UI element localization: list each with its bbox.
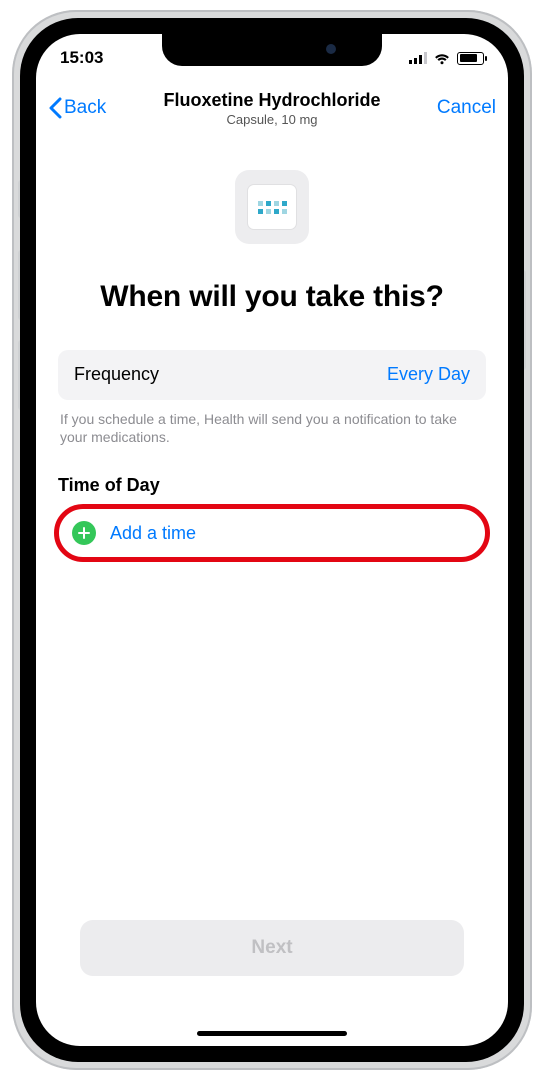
schedule-hint: If you schedule a time, Health will send… bbox=[58, 410, 486, 448]
back-label: Back bbox=[64, 97, 106, 119]
nav-bar: Back Fluoxetine Hydrochloride Capsule, 1… bbox=[36, 82, 508, 134]
next-label: Next bbox=[251, 937, 292, 959]
wifi-icon bbox=[433, 52, 451, 65]
status-time: 15:03 bbox=[60, 48, 103, 68]
content: When will you take this? Frequency Every… bbox=[36, 170, 508, 558]
headline: When will you take this? bbox=[58, 278, 486, 316]
back-button[interactable]: Back bbox=[48, 97, 106, 119]
calendar-icon bbox=[235, 170, 309, 244]
annotation-highlight: Add a time bbox=[58, 508, 486, 558]
notch bbox=[162, 34, 382, 66]
frequency-label: Frequency bbox=[74, 364, 159, 385]
chevron-left-icon bbox=[48, 97, 62, 119]
home-indicator[interactable] bbox=[197, 1031, 347, 1036]
add-time-label: Add a time bbox=[110, 523, 196, 544]
frequency-row[interactable]: Frequency Every Day bbox=[58, 350, 486, 400]
time-of-day-label: Time of Day bbox=[58, 475, 486, 496]
add-time-button[interactable]: Add a time bbox=[58, 508, 486, 558]
cellular-icon bbox=[409, 52, 427, 64]
status-icons bbox=[409, 52, 484, 65]
battery-icon bbox=[457, 52, 484, 65]
next-button[interactable]: Next bbox=[80, 920, 464, 976]
cancel-button[interactable]: Cancel bbox=[437, 97, 496, 119]
plus-icon bbox=[72, 521, 96, 545]
screen: 15:03 Back Fluoxetine Hydrochloride Caps… bbox=[36, 34, 508, 1046]
frequency-value: Every Day bbox=[387, 364, 470, 385]
